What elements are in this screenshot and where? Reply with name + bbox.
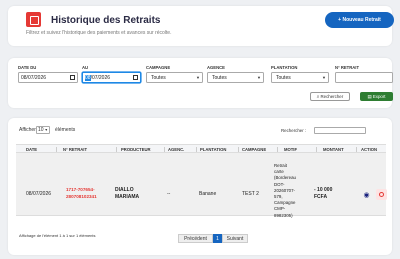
withdrawal-number-input[interactable] xyxy=(335,72,393,83)
sort-icon xyxy=(277,147,279,152)
cell-numero-line2[interactable]: 280708102341 xyxy=(66,194,97,199)
export-button-label: Export xyxy=(372,94,386,99)
date-from-label: DATE DU xyxy=(18,65,37,70)
pagination-next[interactable]: Suivant xyxy=(222,234,248,243)
cell-producteur-line1: DIALLO xyxy=(115,187,134,193)
cancel-icon xyxy=(379,192,384,197)
agency-select[interactable]: Toutes ▼ xyxy=(207,72,264,83)
sort-icon xyxy=(164,147,166,152)
withdrawals-table-panel: Afficher 10 ▼ éléments Rechercher : DATE… xyxy=(8,118,392,255)
cell-producteur-line2: MARIAMA xyxy=(115,194,140,200)
page-length-suffix: éléments xyxy=(55,127,76,133)
page-length-select[interactable]: 10 ▼ xyxy=(36,126,50,134)
table-search-input[interactable] xyxy=(314,127,366,134)
search-button[interactable]: ⌕ Rechercher xyxy=(310,92,350,101)
pagination-previous[interactable]: Précédent xyxy=(178,234,213,243)
sort-icon xyxy=(316,147,318,152)
chevron-down-icon: ▼ xyxy=(257,75,261,80)
receipt-icon xyxy=(26,12,41,27)
chevron-down-icon: ▼ xyxy=(322,75,326,80)
campaign-label: CAMPAGNE xyxy=(146,65,171,70)
page-subtitle: Filtrez et suivez l'historique des paiem… xyxy=(26,30,172,36)
withdrawal-number-label: N° RETRAIT xyxy=(335,65,360,70)
sort-icon xyxy=(56,147,58,152)
calendar-icon[interactable] xyxy=(133,75,138,80)
table-row xyxy=(16,153,386,216)
cell-montant-line2: FCFA xyxy=(314,194,328,200)
pagination-page-1[interactable]: 1 xyxy=(213,234,222,243)
agency-value: Toutes xyxy=(212,75,227,81)
table-search-label: Rechercher : xyxy=(281,128,307,133)
sort-icon xyxy=(196,147,198,152)
table-info: Affichage de l'élément 1 à 1 sur 1 éléme… xyxy=(19,233,96,238)
motif-line: 8982305) xyxy=(274,212,293,218)
plantation-select[interactable]: Toutes ▼ xyxy=(271,72,329,83)
date-from-value: 08/07/2026 xyxy=(21,75,47,81)
sort-icon xyxy=(356,147,358,152)
campaign-select[interactable]: Toutes ▼ xyxy=(146,72,203,83)
filter-panel: DATE DU 08/07/2026 AU 08/07/2026 CAMPAGN… xyxy=(8,58,393,108)
page-length-prefix: Afficher xyxy=(19,127,36,133)
calendar-icon[interactable] xyxy=(70,75,75,80)
cell-agence: -- xyxy=(167,191,171,197)
page-header: Historique des Retraits Filtrez et suive… xyxy=(8,6,394,46)
chevron-down-icon: ▼ xyxy=(196,75,200,80)
search-button-label: Rechercher xyxy=(320,94,344,99)
campaign-value: Toutes xyxy=(151,75,166,81)
date-to-label: AU xyxy=(82,65,89,70)
cell-date: 08/07/2026 xyxy=(26,191,52,197)
export-button[interactable]: ▤ Export xyxy=(360,92,393,101)
new-withdrawal-button[interactable]: + Nouveau Retrait xyxy=(325,12,394,28)
cell-campagne: TEST 2 xyxy=(242,191,259,197)
cell-montant-line1: - 10 000 xyxy=(314,187,333,193)
agency-label: AGENCE xyxy=(207,65,225,70)
date-to-input[interactable]: 08/07/2026 xyxy=(82,72,141,83)
plantation-value: Toutes xyxy=(276,75,291,81)
cell-plantation: Banane xyxy=(199,191,217,197)
plantation-label: PLANTATION xyxy=(271,65,298,70)
cancel-button[interactable] xyxy=(376,189,387,200)
page-title: Historique des Retraits xyxy=(51,15,161,26)
date-from-input[interactable]: 08/07/2026 xyxy=(18,72,78,83)
date-to-rest: /07/2026 xyxy=(90,75,111,81)
eye-icon[interactable]: ◉ xyxy=(362,191,371,200)
table-header: DATE N° RETRAIT PRODUCTEUR AGENC. PLANTA… xyxy=(16,144,386,153)
sort-icon xyxy=(238,147,240,152)
chevron-down-icon: ▼ xyxy=(43,128,48,132)
cell-numero-line1[interactable]: 1717-707654- xyxy=(66,187,95,192)
cell-motif: Retrait carte (Bordereau DOT- 20260707- … xyxy=(274,163,308,219)
sort-icon xyxy=(116,147,118,152)
